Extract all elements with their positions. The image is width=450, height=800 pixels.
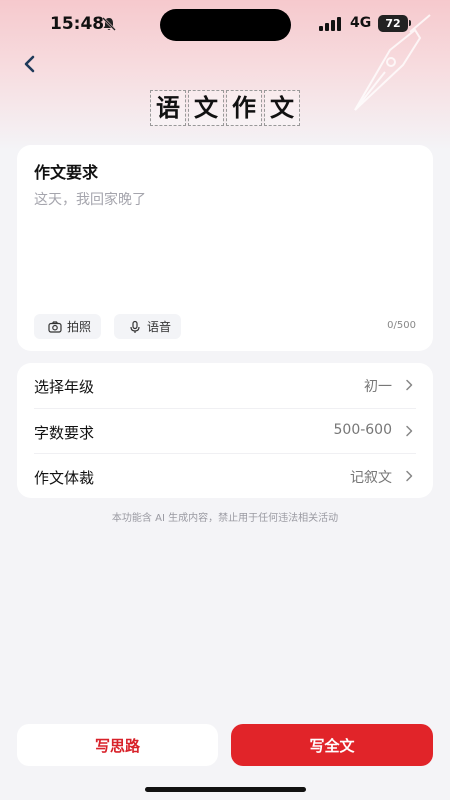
voice-label: 语音 bbox=[147, 320, 172, 334]
write-full-essay-button[interactable]: 写全文 bbox=[231, 724, 433, 766]
status-time: 15:48 bbox=[50, 14, 105, 34]
photo-label: 拍照 bbox=[67, 320, 92, 334]
character-counter: 0/500 bbox=[387, 320, 416, 331]
page-title: 语文作文 bbox=[0, 90, 450, 126]
setting-label: 选择年级 bbox=[34, 378, 95, 396]
requirements-title: 作文要求 bbox=[34, 163, 99, 182]
photo-button[interactable]: 拍照 bbox=[34, 314, 102, 339]
dynamic-island bbox=[160, 9, 291, 41]
title-char: 语 bbox=[150, 90, 186, 126]
setting-value: 500-600 bbox=[333, 422, 393, 438]
genre-selector[interactable]: 作文体裁 记叙文 bbox=[34, 453, 416, 498]
write-outline-button[interactable]: 写思路 bbox=[17, 724, 218, 766]
requirements-card: 作文要求 拍照 语音 0/500 bbox=[17, 145, 433, 351]
voice-button[interactable]: 语音 bbox=[114, 314, 182, 339]
setting-value: 初一 bbox=[364, 379, 392, 395]
grade-selector[interactable]: 选择年级 初一 bbox=[34, 363, 416, 407]
camera-icon bbox=[48, 320, 62, 333]
setting-value: 记叙文 bbox=[350, 470, 392, 486]
chevron-right-icon bbox=[406, 470, 413, 482]
essay-prompt-input[interactable] bbox=[34, 189, 414, 309]
chevron-right-icon bbox=[406, 425, 413, 437]
title-char: 作 bbox=[226, 90, 262, 126]
chevron-right-icon bbox=[406, 379, 413, 391]
title-char: 文 bbox=[264, 90, 300, 126]
word-count-selector[interactable]: 字数要求 500-600 bbox=[34, 408, 416, 453]
ai-disclaimer: 本功能含 AI 生成内容，禁止用于任何违法相关活动 bbox=[111, 513, 339, 524]
microphone-icon bbox=[130, 320, 140, 333]
settings-card: 选择年级 初一 字数要求 500-600 作文体裁 记叙文 bbox=[17, 363, 433, 498]
setting-label: 作文体裁 bbox=[34, 469, 95, 487]
bell-off-icon bbox=[102, 17, 116, 31]
back-chevron-icon[interactable] bbox=[16, 50, 44, 78]
title-char: 文 bbox=[188, 90, 224, 126]
setting-label: 字数要求 bbox=[34, 424, 95, 442]
home-indicator bbox=[145, 787, 306, 792]
